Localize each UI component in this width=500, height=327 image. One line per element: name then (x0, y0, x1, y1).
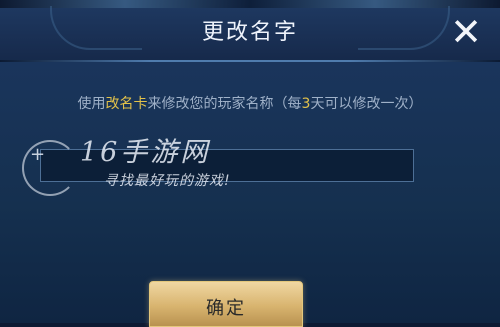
instruction-prefix: 使用 (77, 96, 106, 112)
close-button[interactable]: ✕ (448, 10, 484, 54)
instruction-middle: 来修改您的玩家名称（每 (147, 96, 302, 112)
confirm-button-label: 确定 (206, 298, 246, 319)
rename-instruction: 使用改名卡来修改您的玩家名称（每3天可以修改一次） (0, 93, 500, 113)
confirm-button[interactable]: 确定 (149, 281, 303, 327)
close-icon: ✕ (450, 10, 482, 54)
player-name-input[interactable] (40, 149, 414, 182)
rename-card-item: 改名卡 (105, 96, 148, 112)
instruction-suffix: 天可以修改一次） (310, 96, 423, 112)
dialog-title: 更改名字 (201, 20, 298, 45)
